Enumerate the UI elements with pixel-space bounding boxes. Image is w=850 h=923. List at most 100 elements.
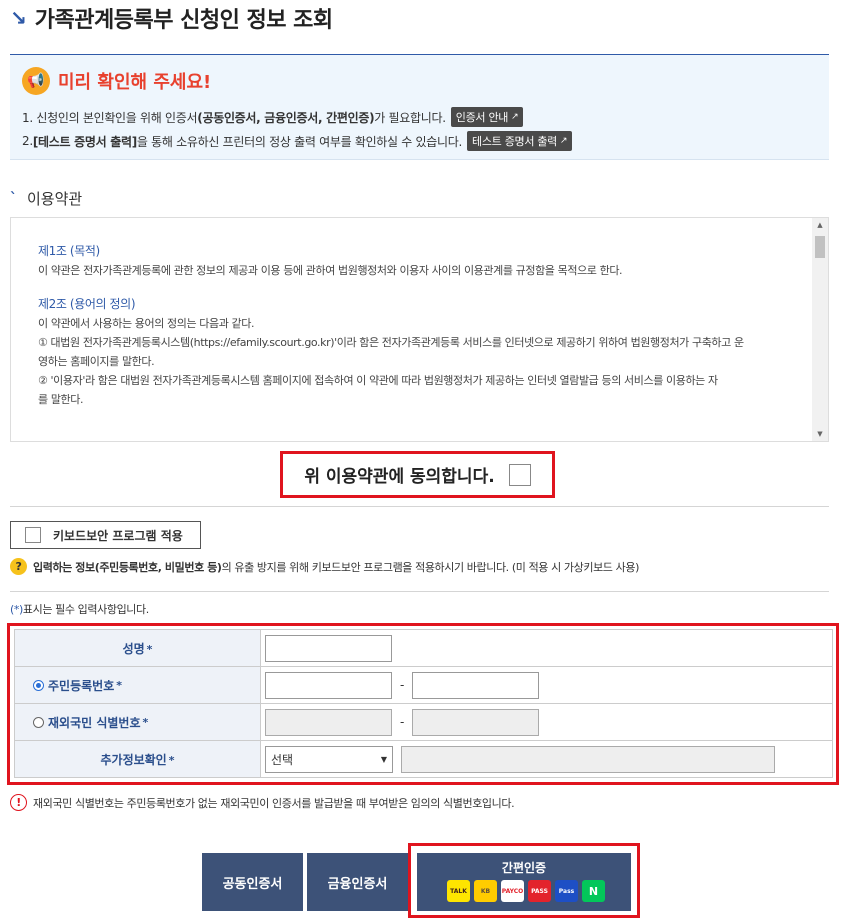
page-header: ↘ 가족관계등록부 신청인 정보 조회 (10, 4, 333, 33)
kb-logo: KB (474, 880, 497, 902)
dash: - (400, 678, 405, 692)
required-star: * (116, 678, 123, 692)
certificate-guide-label: 인증서 안내 (455, 111, 509, 124)
dash: - (400, 715, 405, 729)
divider (10, 591, 829, 592)
terms-agree-box: 위 이용약관에 동의합니다. (280, 451, 555, 498)
terms-scrollbar[interactable]: ▲ ▼ (812, 218, 828, 441)
extra-info-row: 추가정보확인 * 선택 ▼ (14, 740, 833, 778)
article-2-text: 이 약관에서 사용하는 용어의 정의는 다음과 같다. (38, 317, 255, 330)
foreign-id-label: 재외국민 식별번호 (48, 715, 141, 730)
foreign-label-cell: 재외국민 식별번호 * (14, 703, 261, 741)
warning-icon: ! (10, 794, 27, 811)
applicant-form-box: 성명 * 주민등록번호 * - 재외국민 식별번호 * - 추가정보확인 * 선… (7, 623, 839, 785)
foreign-id-note: ! 재외국민 식별번호는 주민등록번호가 없는 재외국민이 인증서를 발급받을 … (10, 794, 515, 811)
payco-logo: PAYCO (501, 880, 524, 902)
notice-title: 미리 확인해 주세요! (58, 72, 212, 93)
external-link-icon: ↗ (560, 136, 568, 146)
notice-line1-post: 가 필요합니다. (374, 110, 446, 125)
article-2-item-2: ② '이용자'라 함은 대법원 전자가족관계등록시스템 홈페이지에 접속하여 이… (38, 374, 718, 387)
keyboard-security-checkbox[interactable] (25, 527, 41, 543)
name-input[interactable] (265, 634, 392, 662)
extra-info-select-value: 선택 (271, 752, 294, 767)
notice-line-1: 1. 신청인의 본인확인을 위해 인증서 (공동인증서, 금융인증서, 간편인증)… (22, 107, 524, 127)
name-input-cell (260, 629, 833, 667)
rrn-label-cell: 주민등록번호 * (14, 666, 261, 704)
applicant-form-table: 성명 * 주민등록번호 * - 재외국민 식별번호 * - 추가정보확인 * 선… (14, 629, 833, 778)
keyboard-help-text: 의 유출 방지를 위해 키보드보안 프로그램을 적용하시기 바랍니다. (미 적… (221, 560, 640, 574)
simple-auth-button[interactable]: 간편인증 TALK KB PAYCO PASS Pass N (417, 853, 631, 911)
megaphone-icon: 📢 (22, 67, 50, 95)
rrn-front-input[interactable] (265, 671, 392, 699)
financial-certificate-label: 금융인증서 (327, 876, 388, 892)
notice-line2-post: 을 통해 소유하신 프린터의 정상 출력 여부를 확인하실 수 있습니다. (136, 134, 463, 149)
page-title: 가족관계등록부 신청인 정보 조회 (34, 8, 333, 33)
article-2-item-1-cont: 영하는 홈페이지를 말한다. (38, 355, 155, 368)
terms-agree-checkbox[interactable] (508, 463, 531, 486)
rrn-back-input[interactable] (412, 671, 540, 699)
terms-section-label: 이용약관 (27, 190, 83, 208)
foreign-id-back-input[interactable] (412, 708, 540, 736)
name-label: 성명 (122, 641, 145, 656)
article-2-item-2-cont: 를 말한다. (38, 393, 84, 406)
notice-box: 📢 미리 확인해 주세요! 1. 신청인의 본인확인을 위해 인증서 (공동인증서… (10, 54, 829, 160)
required-star: * (146, 642, 153, 656)
naver-logo: N (582, 880, 605, 902)
foreign-id-row: 재외국민 식별번호 * - (14, 703, 833, 741)
article-2-title: 제2조 (용어의 정의) (38, 297, 136, 311)
test-print-button[interactable]: 테스트 증명서 출력 ↗ (467, 131, 573, 151)
terms-content: 제1조 (목적) 이 약관은 전자가족관계등록에 관한 정보의 제공과 이용 등… (38, 242, 808, 409)
certificate-guide-button[interactable]: 인증서 안내 ↗ (450, 107, 524, 127)
rrn-label: 주민등록번호 (48, 678, 115, 693)
required-star: * (142, 715, 149, 729)
kakao-talk-logo: TALK (447, 880, 470, 902)
rrn-input-cell: - (260, 666, 833, 704)
extra-info-select[interactable]: 선택 ▼ (265, 745, 393, 773)
extra-info-input[interactable] (400, 745, 775, 773)
section-mark-icon: ` (10, 190, 17, 207)
required-mark: (*) (10, 602, 23, 616)
external-link-icon: ↗ (511, 112, 519, 122)
notice-line1-text: 1. 신청인의 본인확인을 위해 인증서 (22, 110, 198, 125)
notice-line2-text: 2. (22, 134, 33, 148)
terms-scroll-box[interactable]: 제1조 (목적) 이 약관은 전자가족관계등록에 관한 정보의 제공과 이용 등… (10, 217, 829, 442)
extra-label-cell: 추가정보확인 * (14, 740, 261, 778)
notice-line1-bold: (공동인증서, 금융인증서, 간편인증) (197, 110, 375, 125)
required-star: * (168, 753, 175, 767)
keyboard-help: ? 입력하는 정보(주민등록번호, 비밀번호 등) 의 유출 방지를 위해 키보드… (10, 558, 639, 575)
required-note-text: 표시는 필수 입력사항입니다. (22, 603, 149, 616)
question-icon: ? (10, 558, 27, 575)
scroll-up-icon[interactable]: ▲ (812, 218, 828, 232)
joint-certificate-button[interactable]: 공동인증서 (202, 853, 303, 911)
pass-logo: PASS (528, 880, 551, 902)
test-print-label: 테스트 증명서 출력 (472, 135, 557, 148)
rrn-row: 주민등록번호 * - (14, 666, 833, 704)
joint-certificate-label: 공동인증서 (222, 876, 283, 892)
title-mark-icon: ↘ (10, 6, 27, 30)
foreign-id-note-text: 재외국민 식별번호는 주민등록번호가 없는 재외국민이 인증서를 발급받을 때 … (33, 796, 515, 810)
keyboard-security-button[interactable]: 키보드보안 프로그램 적용 (10, 521, 201, 549)
article-2-item-1: ① 대법원 전자가족관계등록시스템(https://efamily.scourt… (38, 336, 744, 349)
name-label-cell: 성명 * (14, 629, 261, 667)
chevron-down-icon: ▼ (380, 754, 387, 764)
required-note: (*) 표시는 필수 입력사항입니다. (10, 601, 149, 617)
scroll-thumb[interactable] (815, 236, 825, 258)
financial-certificate-button[interactable]: 금융인증서 (307, 853, 408, 911)
article-1-text: 이 약관은 전자가족관계등록에 관한 정보의 제공과 이용 등에 관하여 법원행… (38, 264, 623, 277)
notice-heading: 📢 미리 확인해 주세요! (22, 67, 211, 95)
foreign-input-cell: - (260, 703, 833, 741)
foreign-id-radio[interactable] (33, 716, 44, 728)
keyboard-security-label: 키보드보안 프로그램 적용 (53, 528, 183, 543)
extra-input-cell: 선택 ▼ (260, 740, 833, 778)
keyboard-help-bold: 입력하는 정보(주민등록번호, 비밀번호 등) (33, 560, 222, 574)
foreign-id-front-input[interactable] (265, 708, 392, 736)
extra-info-label: 추가정보확인 (100, 752, 167, 767)
samsung-pass-logo: Pass (555, 880, 578, 902)
rrn-radio[interactable] (33, 679, 44, 691)
scroll-down-icon[interactable]: ▼ (812, 427, 828, 441)
article-1-title: 제1조 (목적) (38, 244, 100, 258)
terms-section-title: ` 이용약관 (10, 188, 82, 209)
simple-auth-label: 간편인증 (501, 861, 547, 875)
terms-agree-label: 위 이용약관에 동의합니다. (304, 467, 495, 487)
name-row: 성명 * (14, 629, 833, 667)
